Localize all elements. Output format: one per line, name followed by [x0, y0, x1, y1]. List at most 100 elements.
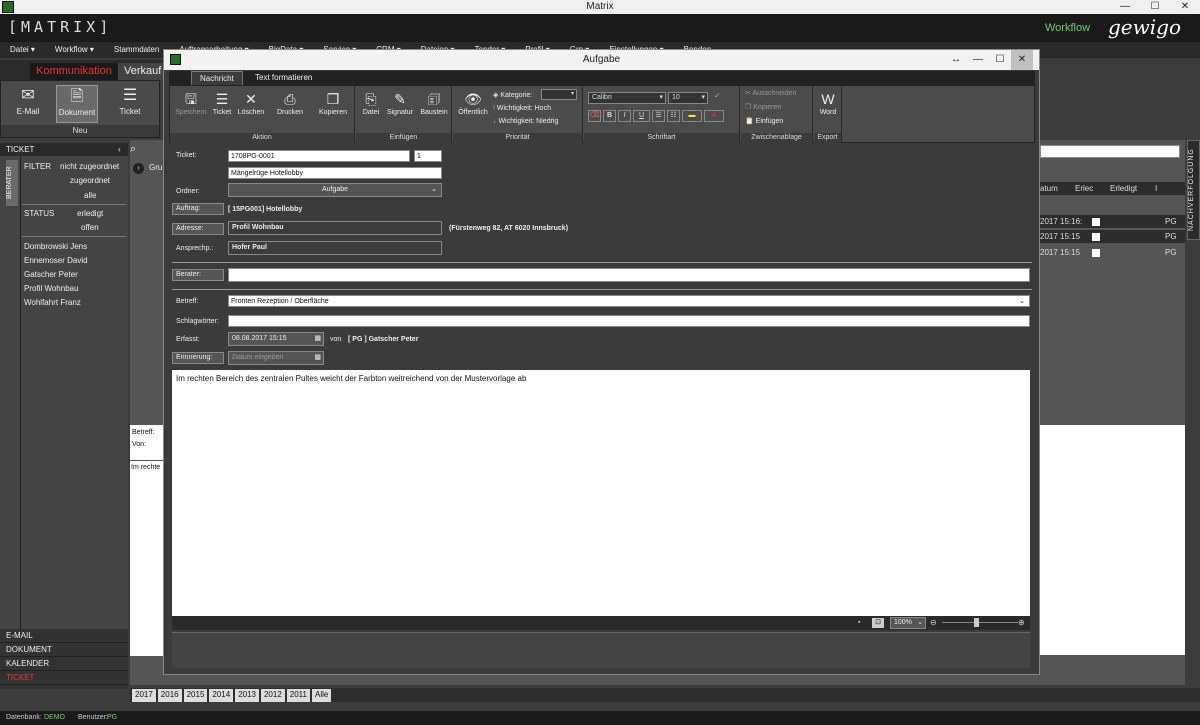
font-size-select[interactable]: 10 ▾: [668, 92, 708, 104]
maximize-button[interactable]: ☐: [1140, 0, 1170, 14]
view-icon[interactable]: ▪: [858, 619, 860, 626]
checkbox[interactable]: [1092, 249, 1100, 257]
cut-button[interactable]: ✂ Ausschneiden: [745, 89, 796, 97]
ticket-sequence-field[interactable]: 1: [414, 150, 442, 162]
tab-verkauf[interactable]: Verkauf: [118, 63, 168, 80]
minimize-button[interactable]: —: [967, 50, 989, 70]
schlagwoerter-field[interactable]: [228, 315, 1030, 327]
search-input[interactable]: [1040, 145, 1180, 158]
bullet-list-icon[interactable]: ☰: [652, 110, 665, 122]
spellcheck-icon[interactable]: ✓: [714, 91, 721, 100]
column-header[interactable]: Erledigt: [1110, 182, 1155, 195]
paste-button[interactable]: 📋 Einfügen: [745, 117, 783, 125]
nav-dokument[interactable]: DOKUMENT: [0, 643, 128, 657]
bold-icon[interactable]: B: [603, 110, 616, 122]
menu-item[interactable]: Workflow ▾: [55, 42, 94, 58]
column-header[interactable]: atum: [1040, 182, 1075, 195]
zoom-in-icon[interactable]: ⊕: [1018, 618, 1025, 627]
chevron-right-icon[interactable]: ›: [133, 163, 144, 174]
copy-button[interactable]: ❐ Kopieren: [314, 89, 352, 116]
workflow-link[interactable]: Workflow: [1045, 22, 1090, 34]
year-tab[interactable]: 2015: [183, 689, 208, 702]
ansprech-field[interactable]: Hofer Paul: [228, 241, 442, 255]
erinnerung-field[interactable]: Datum eingeben ▦: [228, 351, 324, 365]
year-tab[interactable]: 2012: [260, 689, 285, 702]
new-email-button[interactable]: ✉ E-Mail: [7, 85, 49, 123]
new-ticket-button[interactable]: ☰ Ticket: [109, 85, 151, 123]
message-body-editor[interactable]: Im rechten Bereich des zentralen Pultes …: [172, 370, 1030, 616]
priority-high-button[interactable]: ! Wichtigkeit: Hoch: [493, 105, 551, 112]
font-select[interactable]: Calibri ▾: [588, 92, 666, 104]
year-tab[interactable]: Alle: [311, 689, 332, 702]
minimize-button[interactable]: —: [1110, 0, 1140, 14]
save-button[interactable]: 🖫 Speichern: [174, 89, 208, 116]
italic-icon[interactable]: I: [618, 110, 631, 122]
list-item[interactable]: Ennemoser David: [24, 256, 88, 265]
auftrag-button[interactable]: Auftrag:: [172, 203, 224, 215]
search-icon[interactable]: ⌕: [130, 143, 144, 157]
fit-page-icon[interactable]: ⊡: [872, 618, 884, 628]
tab-kommunikation[interactable]: Kommunikation: [30, 63, 118, 80]
year-tab[interactable]: 2017: [132, 689, 156, 702]
erfasst-field[interactable]: 08.08.2017 15:15 ▦: [228, 332, 324, 346]
numbered-list-icon[interactable]: ☷: [667, 110, 680, 122]
new-document-button[interactable]: 🗎 Dokument: [56, 85, 98, 123]
nachverfolgung-tab[interactable]: NACHVERFOLGUNG: [1187, 140, 1200, 240]
checkbox[interactable]: [1092, 218, 1100, 226]
table-row[interactable]: 2017 15:15 PG: [1040, 246, 1185, 259]
print-button[interactable]: ⎙ Drucken: [274, 89, 306, 116]
list-item[interactable]: Dombrowski Jens: [24, 242, 87, 251]
column-header[interactable]: Erlec: [1075, 182, 1110, 195]
subject-field[interactable]: Mängelrüge Hotellobby: [228, 167, 442, 179]
adresse-button[interactable]: Adresse:: [172, 223, 224, 235]
word-export-button[interactable]: W Word: [816, 89, 840, 116]
year-tab[interactable]: 2016: [157, 689, 182, 702]
signature-button[interactable]: ✎ Signatur: [384, 89, 416, 116]
zoom-select[interactable]: 100% ⌄: [890, 617, 926, 629]
highlight-icon[interactable]: ▬: [682, 110, 702, 122]
table-row[interactable]: 2017 15:15 PG: [1040, 230, 1185, 243]
ticket-button[interactable]: ☰ Ticket: [210, 89, 234, 116]
zoom-out-icon[interactable]: ⊖: [930, 618, 937, 627]
status-erledigt[interactable]: erledigt: [77, 209, 103, 218]
ticket-number-field[interactable]: 1708PG-0001: [228, 150, 410, 162]
delete-button[interactable]: ✕ Löschen: [236, 89, 266, 116]
font-color-icon[interactable]: A: [704, 110, 724, 122]
menu-item[interactable]: Datei ▾: [10, 42, 35, 58]
close-button[interactable]: ✕: [1170, 0, 1200, 14]
menu-item[interactable]: Stammdaten: [114, 42, 159, 58]
public-button[interactable]: 👁 Öffentlich: [455, 89, 491, 116]
calendar-icon[interactable]: ▦: [314, 333, 321, 345]
list-item[interactable]: Profil Wohnbau: [24, 284, 79, 293]
year-tab[interactable]: 2011: [286, 689, 310, 702]
textblock-button[interactable]: 🗊 Baustein: [417, 89, 451, 116]
berater-button[interactable]: Berater:: [172, 269, 224, 281]
priority-low-button[interactable]: ↓ Wichtigkeit: Niedrig: [493, 118, 558, 125]
betreff-select[interactable]: Fronten Rezeption / Oberfläche ⌄: [228, 295, 1030, 307]
list-item[interactable]: Wohlfahrt Franz: [24, 298, 81, 307]
copy-clip-button[interactable]: ❐ Kopieren: [745, 103, 781, 111]
nav-email[interactable]: E-MAIL: [0, 629, 128, 643]
tab-nachricht[interactable]: Nachricht: [191, 71, 243, 85]
year-tab[interactable]: 2014: [209, 689, 234, 702]
ordner-select[interactable]: Aufgabe ⌄: [228, 183, 442, 197]
zoom-slider[interactable]: [942, 622, 1018, 623]
adresse-field[interactable]: Profil Wohnbau: [228, 221, 442, 235]
filter-nicht-zugeordnet[interactable]: nicht zugeordnet: [60, 162, 119, 171]
berater-field[interactable]: [228, 268, 1030, 282]
zoom-slider-handle[interactable]: [974, 618, 979, 627]
status-offen[interactable]: offen: [81, 223, 99, 232]
nav-kalender[interactable]: KALENDER: [0, 657, 128, 671]
tab-text-formatieren[interactable]: Text formatieren: [247, 71, 320, 85]
filter-zugeordnet[interactable]: zugeordnet: [70, 176, 110, 185]
resize-icon[interactable]: ↔: [945, 50, 967, 70]
erinnerung-button[interactable]: Erinnerung:: [172, 352, 224, 364]
underline-icon[interactable]: U: [633, 110, 650, 122]
list-item[interactable]: Gatscher Peter: [24, 270, 78, 279]
checkbox[interactable]: [1092, 233, 1100, 241]
nav-ticket[interactable]: TICKET: [0, 671, 128, 685]
calendar-icon[interactable]: ▦: [314, 352, 321, 364]
close-button[interactable]: ✕: [1011, 50, 1033, 70]
category-select[interactable]: ▾: [541, 89, 577, 100]
clear-format-icon[interactable]: ⌫: [588, 110, 601, 122]
